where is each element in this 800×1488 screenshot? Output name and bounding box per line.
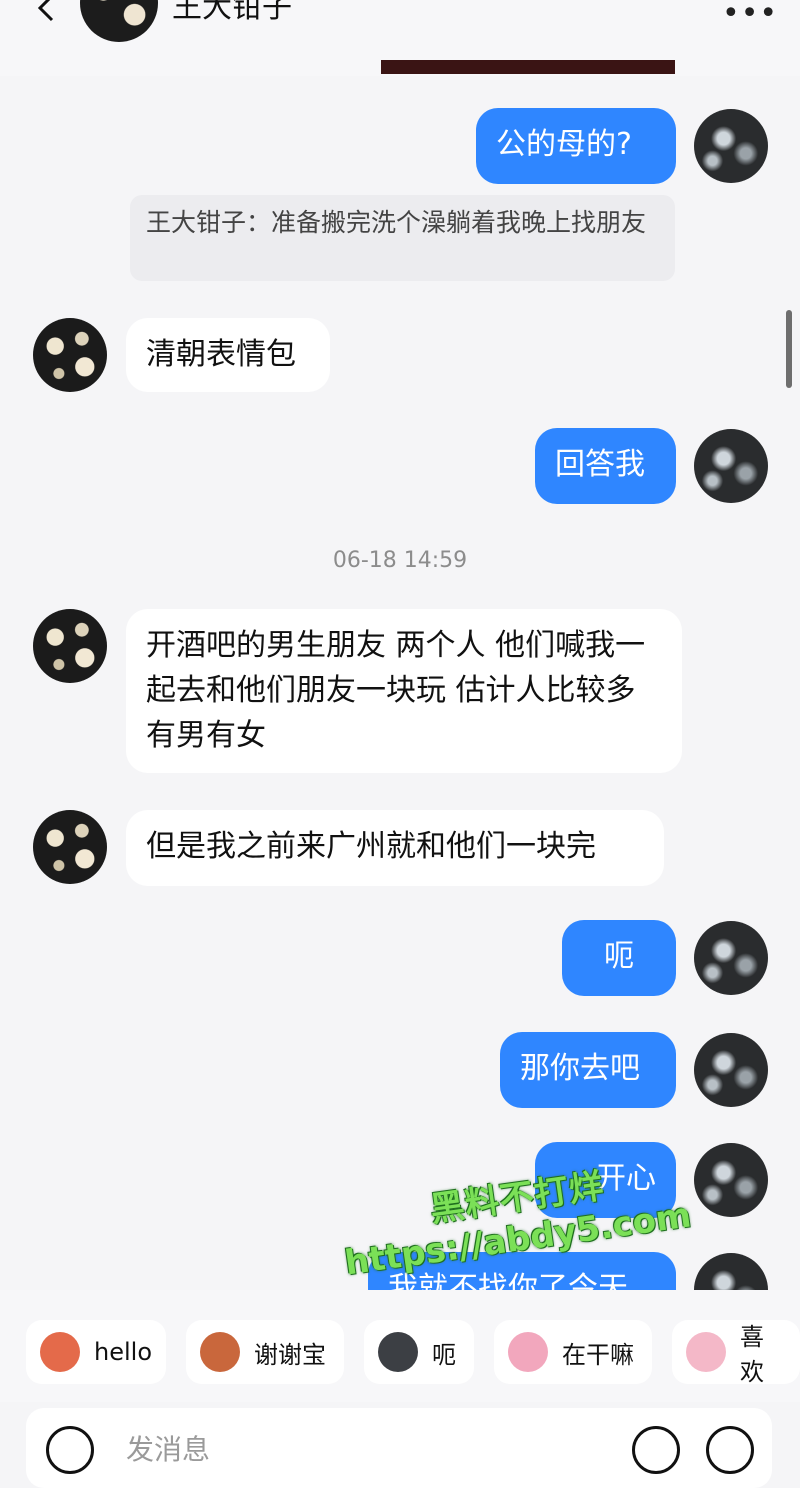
contact-name[interactable]: 王大钳子 bbox=[172, 0, 292, 26]
emoji-icon[interactable] bbox=[632, 1426, 680, 1474]
message-bubble-mine[interactable]: 呃 bbox=[562, 920, 676, 996]
voice-icon[interactable] bbox=[46, 1426, 94, 1474]
message-bubble-contact[interactable]: 但是我之前来广州就和他们一块完 bbox=[126, 810, 664, 886]
quick-reply-hello[interactable]: hello bbox=[26, 1320, 166, 1384]
my-avatar[interactable] bbox=[694, 1143, 768, 1217]
message-bubble-mine[interactable]: 公的母的? bbox=[476, 108, 676, 184]
quick-reply-like[interactable]: 喜欢 bbox=[672, 1320, 800, 1386]
back-icon[interactable] bbox=[28, 0, 68, 32]
quick-reply-thanks[interactable]: 谢谢宝 bbox=[186, 1320, 344, 1384]
quick-reply-what-doing[interactable]: 在干嘛 bbox=[494, 1320, 652, 1384]
message-bubble-contact[interactable]: 开酒吧的男生朋友 两个人 他们喊我一起去和他们朋友一块玩 估计人比较多 有男有女 bbox=[126, 609, 682, 773]
plus-icon[interactable] bbox=[706, 1426, 754, 1474]
pig-icon bbox=[686, 1332, 726, 1372]
my-avatar[interactable] bbox=[694, 109, 768, 183]
quick-reply-label: 呃 bbox=[432, 1340, 456, 1369]
message-bubble-mine[interactable]: 回答我 bbox=[535, 428, 676, 504]
message-bubble-contact[interactable]: 清朝表情包 bbox=[126, 318, 330, 392]
quick-reply-label: 在干嘛 bbox=[562, 1340, 634, 1369]
my-avatar[interactable] bbox=[694, 1033, 768, 1107]
monkey-flower-icon bbox=[200, 1332, 240, 1372]
my-avatar[interactable] bbox=[694, 921, 768, 995]
message-bubble-mine[interactable]: 那你去吧 bbox=[500, 1032, 676, 1108]
bunny-icon bbox=[508, 1332, 548, 1372]
more-icon[interactable]: ••• bbox=[722, 0, 778, 31]
timestamp: 06-18 14:59 bbox=[332, 548, 468, 573]
contact-avatar[interactable] bbox=[33, 318, 107, 392]
quick-reply-label: 谢谢宝 bbox=[254, 1340, 326, 1369]
message-input[interactable]: 发消息 bbox=[126, 1428, 210, 1468]
quoted-message[interactable]: 王大钳子：准备搬完洗个澡躺着我晚上找朋友 bbox=[130, 195, 675, 281]
my-avatar[interactable] bbox=[694, 429, 768, 503]
monkey-icon bbox=[40, 1332, 80, 1372]
quick-reply-label: 喜欢 bbox=[740, 1323, 764, 1386]
quick-reply-label: hello bbox=[94, 1338, 152, 1366]
contact-avatar[interactable] bbox=[33, 810, 107, 884]
contact-avatar[interactable] bbox=[33, 609, 107, 683]
image-message-edge[interactable] bbox=[381, 60, 675, 74]
cat-icon bbox=[378, 1332, 418, 1372]
quick-reply-er[interactable]: 呃 bbox=[364, 1320, 474, 1384]
scrollbar[interactable] bbox=[786, 310, 792, 388]
